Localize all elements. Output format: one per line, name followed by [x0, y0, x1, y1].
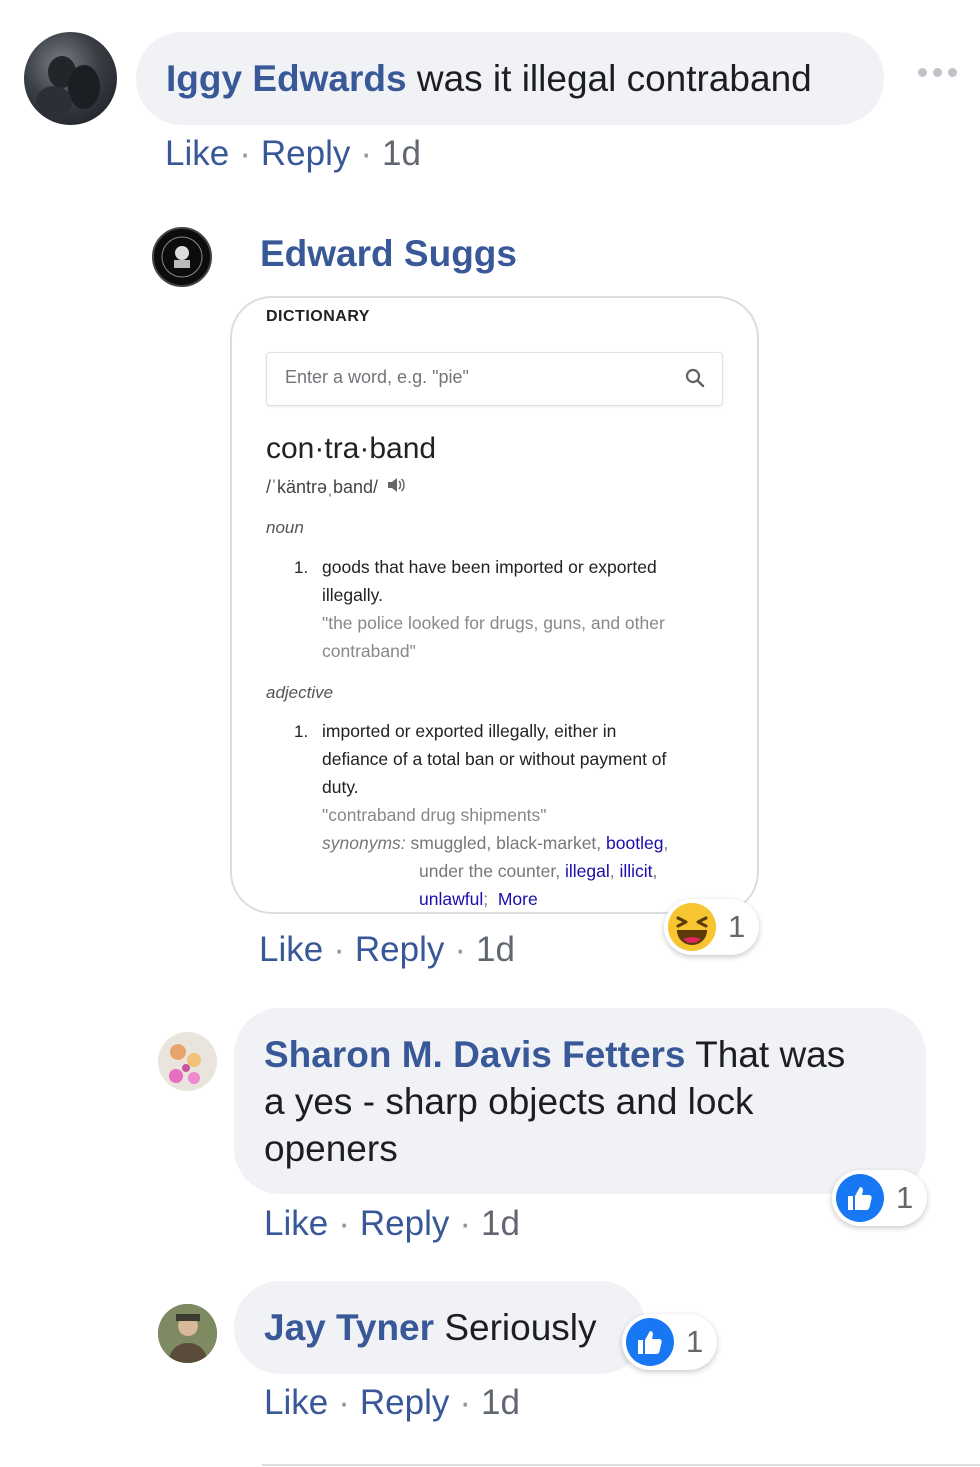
pronunciation: /ˈkäntrəˌband/	[266, 476, 406, 499]
synonym-text: smuggled, black-market,	[410, 833, 602, 853]
avatar-iggy-edwards[interactable]	[24, 32, 117, 125]
comment-text: That was	[695, 1034, 846, 1075]
synonym-link[interactable]: bootleg	[606, 833, 663, 853]
reply-link[interactable]: Reply	[261, 134, 350, 173]
reaction-count: 1	[896, 1180, 914, 1215]
comment-actions: Like · Reply · 1d	[264, 1204, 520, 1243]
pronunciation-text: /ˈkäntrəˌband/	[266, 477, 379, 497]
timestamp[interactable]: 1d	[382, 134, 421, 173]
definition-line: duty.	[322, 777, 359, 797]
example-line: contraband"	[322, 641, 416, 661]
like-link[interactable]: Like	[259, 930, 323, 969]
avatar-image	[161, 236, 203, 278]
avatar-image	[158, 1304, 217, 1363]
comment-author[interactable]: Iggy Edwards	[166, 58, 407, 99]
comment-author[interactable]: Sharon M. Davis Fetters	[264, 1034, 686, 1075]
adjective-example: "contraband drug shipments"	[322, 805, 547, 825]
definition-line: imported or exported illegally, either i…	[322, 721, 617, 741]
reply-link[interactable]: Reply	[360, 1204, 449, 1243]
avatar-sharon-fetters[interactable]	[158, 1032, 217, 1091]
comment-text: openers	[264, 1128, 398, 1169]
comment-author[interactable]: Edward Suggs	[260, 232, 517, 276]
search-icon	[684, 367, 706, 394]
synonym-text: under the counter,	[419, 861, 561, 881]
reaction-summary[interactable]: 1	[622, 1314, 718, 1370]
sense-number: 1.	[294, 722, 309, 741]
timestamp[interactable]: 1d	[481, 1383, 520, 1422]
part-of-speech-adjective: adjective	[266, 683, 334, 702]
definition-line: defiance of a total ban or without payme…	[322, 749, 667, 769]
speaker-icon	[386, 476, 406, 499]
like-thumb-icon	[836, 1174, 884, 1222]
synonyms-line: unlawful; More	[419, 889, 538, 909]
timestamp[interactable]: 1d	[481, 1204, 520, 1243]
more-synonyms-link[interactable]: More	[498, 889, 538, 909]
part-of-speech-noun: noun	[266, 518, 304, 537]
timestamp[interactable]: 1d	[476, 930, 515, 969]
avatar-image	[169, 1044, 201, 1084]
synonym-link[interactable]: illicit	[619, 861, 652, 881]
laughing-emoji-icon	[668, 903, 716, 951]
dictionary-word: con·tra·band	[266, 432, 437, 465]
dictionary-header: DICTIONARY	[266, 308, 370, 325]
reply-link[interactable]: Reply	[355, 930, 444, 969]
reaction-summary[interactable]: 1	[832, 1170, 928, 1226]
dictionary-search-input: Enter a word, e.g. "pie"	[266, 352, 723, 406]
comment-actions: Like · Reply · 1d	[259, 930, 515, 969]
example-line: "the police looked for drugs, guns, and …	[322, 613, 665, 633]
avatar-image	[36, 56, 100, 118]
adjective-definition: imported or exported illegally, either i…	[322, 717, 727, 801]
search-placeholder: Enter a word, e.g. "pie"	[285, 367, 469, 387]
comment-text: a yes - sharp objects and lock	[264, 1081, 754, 1122]
comment-text: Seriously	[444, 1307, 597, 1348]
like-thumb-icon	[626, 1318, 674, 1366]
comment-bubble-iggy: Iggy Edwards was it illegal contraband	[136, 32, 884, 125]
comment-author[interactable]: Jay Tyner	[264, 1307, 434, 1348]
reply-link[interactable]: Reply	[360, 1383, 449, 1422]
noun-example: "the police looked for drugs, guns, and …	[322, 609, 727, 665]
avatar-edward-suggs[interactable]	[152, 227, 212, 287]
comment-bubble-jay: Jay Tyner Seriously	[234, 1281, 646, 1374]
comment-bubble-sharon: Sharon M. Davis Fetters That was a yes -…	[234, 1008, 926, 1194]
comment-actions: Like · Reply · 1d	[165, 134, 421, 173]
like-link[interactable]: Like	[264, 1204, 328, 1243]
like-link[interactable]: Like	[264, 1383, 328, 1422]
reaction-count: 1	[686, 1324, 704, 1359]
synonym-link[interactable]: unlawful	[419, 889, 483, 909]
synonyms-line: under the counter, illegal, illicit,	[419, 861, 658, 881]
comment-text: was it illegal contraband	[416, 58, 812, 99]
definition-line: goods that have been imported or exporte…	[322, 557, 657, 577]
synonyms-label: synonyms:	[322, 833, 406, 853]
synonym-link[interactable]: illegal	[565, 861, 610, 881]
definition-line: illegally.	[322, 585, 383, 605]
synonyms-line: synonyms: smuggled, black-market, bootle…	[322, 833, 669, 853]
more-options-icon[interactable]	[918, 68, 957, 77]
sense-number: 1.	[294, 558, 309, 577]
like-link[interactable]: Like	[165, 134, 229, 173]
divider	[262, 1464, 980, 1466]
reaction-count: 1	[728, 909, 746, 944]
comment-actions: Like · Reply · 1d	[264, 1383, 520, 1422]
dictionary-attachment[interactable]: DICTIONARY Enter a word, e.g. "pie" con·…	[230, 296, 759, 914]
reaction-summary[interactable]: 1	[664, 899, 760, 955]
avatar-jay-tyner[interactable]	[158, 1304, 217, 1363]
noun-definition: goods that have been imported or exporte…	[322, 553, 727, 609]
